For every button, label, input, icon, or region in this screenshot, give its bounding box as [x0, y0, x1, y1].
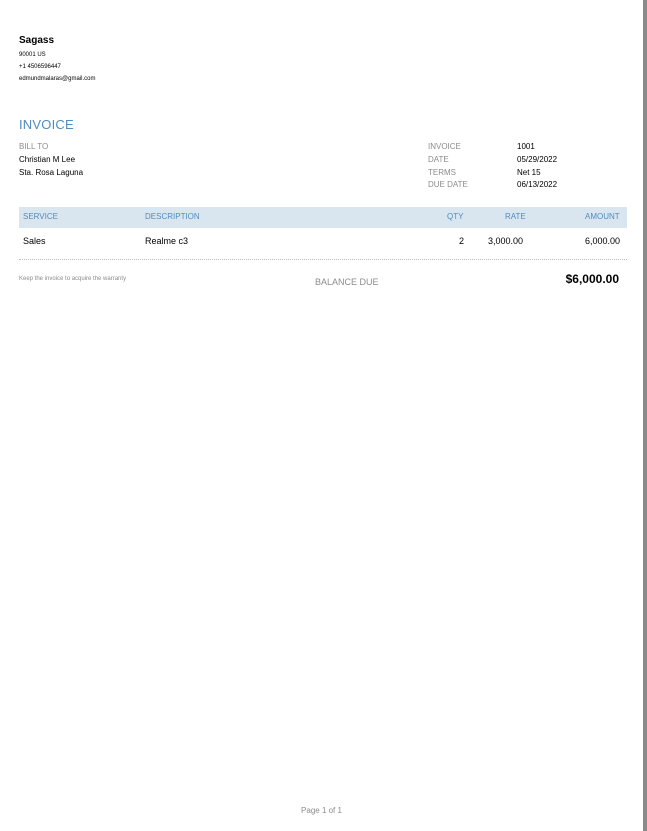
- due-date-value: 06/13/2022: [517, 180, 558, 189]
- invoice-date-label: DATE: [428, 155, 449, 164]
- invoice-number-value: 1001: [517, 142, 535, 151]
- column-header-qty: QTY: [447, 212, 464, 221]
- row-amount: 6,000.00: [585, 236, 621, 246]
- balance-due-label: BALANCE DUE: [315, 277, 379, 287]
- column-header-description: DESCRIPTION: [145, 212, 200, 221]
- warranty-note: Keep the invoice to acquire the warranty: [19, 276, 127, 282]
- column-header-service: SERVICE: [23, 212, 58, 221]
- line-items-header: [19, 207, 627, 228]
- bill-to-label: BILL TO: [19, 142, 49, 151]
- terms-label: TERMS: [428, 168, 456, 177]
- table-divider: [19, 259, 627, 260]
- company-postal: 90001 US: [19, 52, 46, 58]
- company-phone: +1 4506596447: [19, 64, 61, 70]
- column-header-rate: RATE: [505, 212, 526, 221]
- row-rate: 3,000.00: [488, 236, 524, 246]
- balance-due-amount: $6,000.00: [565, 272, 619, 286]
- row-description: Realme c3: [145, 236, 189, 246]
- viewer-scroll-edge: [643, 0, 647, 831]
- company-name: Sagass: [19, 35, 55, 46]
- invoice-number-label: INVOICE: [428, 142, 461, 151]
- page-indicator: Page 1 of 1: [301, 806, 342, 815]
- company-email: edmundmalaras@gmail.com: [19, 76, 96, 82]
- bill-to-name: Christian M Lee: [19, 155, 76, 164]
- terms-value: Net 15: [517, 168, 541, 177]
- row-service: Sales: [23, 236, 46, 246]
- due-date-label: DUE DATE: [428, 180, 468, 189]
- invoice-title: INVOICE: [19, 117, 74, 132]
- row-qty: 2: [459, 236, 465, 246]
- invoice-date-value: 05/29/2022: [517, 155, 558, 164]
- bill-to-address: Sta. Rosa Laguna: [19, 168, 84, 177]
- invoice-page: Sagass 90001 US +1 4506596447 edmundmala…: [0, 0, 643, 831]
- column-header-amount: AMOUNT: [585, 212, 620, 221]
